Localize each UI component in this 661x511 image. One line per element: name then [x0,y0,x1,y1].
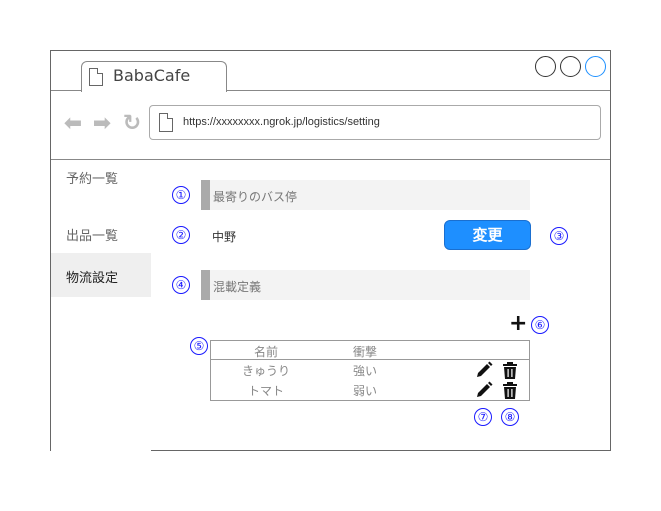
forward-arrow-icon[interactable]: ➡ [91,113,113,135]
row-name: きゅうり [241,364,290,378]
bus-stop-heading: 最寄りのバス停 [213,190,298,204]
back-arrow-icon[interactable]: ⬅ [62,113,84,135]
marker-3: ③ [550,227,568,245]
pencil-icon[interactable] [474,380,494,400]
window-button-minimize[interactable] [535,56,556,77]
trash-icon[interactable] [500,381,520,401]
row-impact: 強い [352,364,377,378]
sidebar-item-reservations[interactable]: 予約一覧 [51,154,151,198]
window-button-maximize[interactable] [560,56,581,77]
marker-8: ⑧ [501,408,519,426]
change-bus-stop-button[interactable]: 変更 [444,220,531,250]
browser-tab[interactable]: BabaCafe [81,61,227,92]
reload-icon[interactable]: ↻ [121,113,143,135]
marker-1: ① [172,186,190,204]
marker-2: ② [172,226,190,244]
column-header-impact: 衝撃 [352,345,377,359]
marker-5: ⑤ [190,337,208,355]
sidebar: 予約一覧 出品一覧 物流設定 [51,161,151,451]
sidebar-item-label: 物流設定 [66,271,119,286]
tab-bar: BabaCafe [51,51,610,92]
marker-7: ⑦ [474,408,492,426]
row-name: トマト [247,384,284,398]
plus-icon[interactable]: + [509,312,527,336]
browser-toolbar: ⬅ ➡ ↻ https://xxxxxxxx.ngrok.jp/logistic… [51,91,610,160]
bus-stop-value: 中野 [212,230,237,244]
url-text: https://xxxxxxxx.ngrok.jp/logistics/sett… [183,116,380,128]
sidebar-item-listings[interactable]: 出品一覧 [51,211,151,255]
section-accent-bar [201,270,210,300]
page-icon [159,113,173,132]
tab-title: BabaCafe [113,66,191,85]
column-header-name: 名前 [253,345,278,359]
bus-stop-section-header: 最寄りのバス停 [201,180,530,210]
marker-4: ④ [172,276,190,294]
mixed-load-heading: 混載定義 [213,280,262,294]
section-accent-bar [201,180,210,210]
sidebar-item-label: 予約一覧 [66,172,119,187]
sidebar-item-logistics-settings[interactable]: 物流設定 [51,253,151,297]
mixed-load-table: 名前 衝撃 きゅうり 強い トマト 弱い [210,340,530,401]
marker-6: ⑥ [531,316,549,334]
pencil-icon[interactable] [474,360,494,380]
window-button-close[interactable] [585,56,606,77]
row-impact: 弱い [352,384,377,398]
address-bar[interactable]: https://xxxxxxxx.ngrok.jp/logistics/sett… [149,105,601,140]
mixed-load-section-header: 混載定義 [201,270,530,300]
trash-icon[interactable] [500,361,520,381]
sidebar-item-label: 出品一覧 [66,229,119,244]
document-icon [89,68,103,86]
